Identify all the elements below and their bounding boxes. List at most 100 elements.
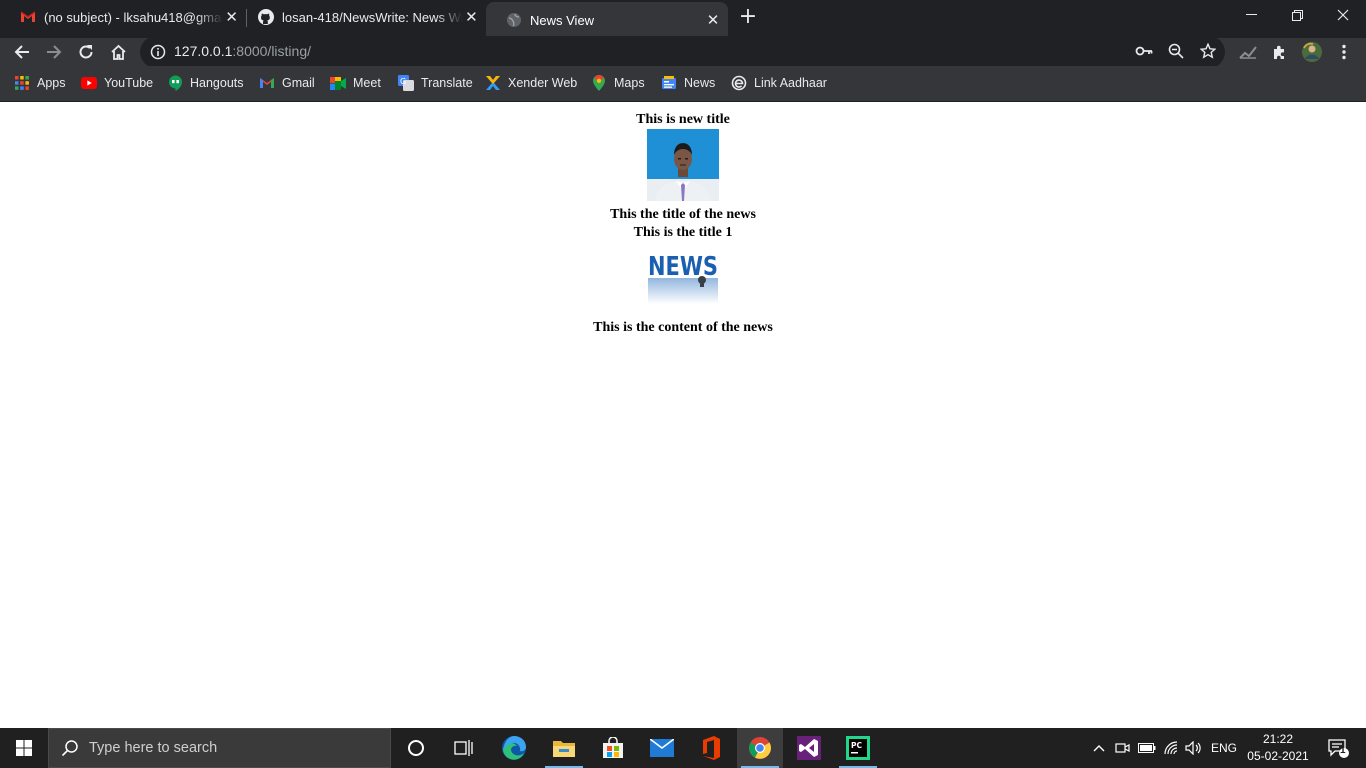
address-bar[interactable]: 127.0.0.1:8000/listing/ bbox=[140, 36, 1225, 68]
wifi-icon[interactable] bbox=[1162, 728, 1182, 768]
zoom-icon[interactable] bbox=[1168, 43, 1184, 63]
tab-title: losan-418/NewsWrite: News Writ bbox=[282, 9, 463, 25]
bookmark-label: Link Aadhaar bbox=[754, 76, 827, 90]
hangouts-icon bbox=[167, 75, 183, 91]
tab-close-icon[interactable]: ✕ bbox=[463, 8, 480, 26]
minimize-icon[interactable] bbox=[1228, 0, 1274, 30]
clock[interactable]: 21:22 05-02-2021 bbox=[1242, 731, 1314, 765]
battery-icon[interactable] bbox=[1137, 728, 1157, 768]
bookmark-star-icon[interactable] bbox=[1199, 42, 1217, 63]
bookmark-meet[interactable]: Meet bbox=[330, 75, 381, 91]
clock-date: 05-02-2021 bbox=[1247, 749, 1309, 763]
bookmark-link-aadhaar[interactable]: Link Aadhaar bbox=[731, 75, 827, 91]
volume-icon[interactable] bbox=[1184, 728, 1204, 768]
bookmark-label: Translate bbox=[421, 76, 473, 90]
apps-grid-icon bbox=[14, 75, 30, 91]
bookmark-label: Xender Web bbox=[508, 76, 578, 90]
bookmark-label: Gmail bbox=[282, 76, 315, 90]
performance-icon[interactable] bbox=[1234, 38, 1262, 66]
site-info-icon[interactable] bbox=[150, 44, 166, 64]
youtube-icon bbox=[81, 75, 97, 91]
bookmark-youtube[interactable]: YouTube bbox=[81, 75, 153, 91]
tab-strip: (no subject) - lksahu418@gmail.c ✕ losan… bbox=[0, 0, 1366, 38]
bookmark-translate[interactable]: G Translate bbox=[398, 75, 473, 91]
avatar[interactable] bbox=[1298, 38, 1326, 66]
news-content: This is the content of the news bbox=[593, 320, 773, 335]
key-icon[interactable] bbox=[1135, 43, 1153, 63]
maps-icon bbox=[591, 75, 607, 91]
back-icon[interactable] bbox=[8, 38, 36, 66]
menu-icon[interactable] bbox=[1330, 38, 1358, 66]
url-text: 127.0.0.1:8000/listing/ bbox=[174, 43, 311, 59]
tab-title: (no subject) - lksahu418@gmail.c bbox=[44, 9, 224, 25]
visual-studio-icon[interactable] bbox=[786, 728, 832, 768]
tab-gmail[interactable]: (no subject) - lksahu418@gmail.c ✕ bbox=[0, 0, 246, 34]
forward-icon[interactable] bbox=[40, 38, 68, 66]
bookmark-apps[interactable]: Apps bbox=[14, 75, 66, 91]
github-icon bbox=[258, 9, 274, 25]
gmail-icon bbox=[259, 75, 275, 91]
edge-icon[interactable] bbox=[491, 728, 537, 768]
bookmarks-bar: Apps YouTube Hangouts Gmail Meet G Trans… bbox=[0, 66, 1366, 102]
taskbar-search-box[interactable]: Type here to search bbox=[48, 728, 391, 768]
file-explorer-icon[interactable] bbox=[541, 728, 587, 768]
globe-icon bbox=[506, 12, 522, 28]
notification-center-icon[interactable]: 1 bbox=[1318, 728, 1358, 768]
gmail-icon bbox=[20, 9, 36, 25]
tab-github[interactable]: losan-418/NewsWrite: News Writ ✕ bbox=[238, 0, 486, 34]
bookmark-news[interactable]: News bbox=[661, 75, 715, 91]
microsoft-store-icon[interactable] bbox=[590, 728, 636, 768]
plus-icon[interactable]: + bbox=[736, 6, 760, 30]
news-image-person bbox=[647, 129, 719, 201]
svg-text:PC: PC bbox=[851, 741, 862, 750]
close-icon[interactable] bbox=[1320, 0, 1366, 30]
news-title: This is the title 1 bbox=[633, 225, 733, 240]
pycharm-icon[interactable]: PC bbox=[835, 728, 881, 768]
bookmark-label: Hangouts bbox=[190, 76, 244, 90]
reload-icon[interactable] bbox=[72, 38, 100, 66]
bookmark-label: YouTube bbox=[104, 76, 154, 90]
task-view-icon[interactable] bbox=[441, 728, 487, 768]
news-icon bbox=[661, 75, 677, 91]
chevron-up-icon[interactable] bbox=[1090, 728, 1108, 768]
url-host: 127.0.0.1 bbox=[174, 43, 233, 59]
bookmark-gmail[interactable]: Gmail bbox=[259, 75, 315, 91]
svg-text:G: G bbox=[400, 77, 406, 86]
home-icon[interactable] bbox=[104, 38, 132, 66]
ie-icon bbox=[731, 75, 747, 91]
search-icon bbox=[61, 739, 79, 761]
url-path: :8000/listing/ bbox=[232, 43, 311, 59]
translate-icon: G bbox=[398, 75, 414, 91]
language-indicator[interactable]: ENG bbox=[1208, 728, 1240, 768]
cortana-icon[interactable] bbox=[393, 728, 439, 768]
restore-icon[interactable] bbox=[1274, 0, 1320, 30]
meet-icon bbox=[330, 75, 346, 91]
tab-news-view[interactable]: News View ✕ bbox=[486, 2, 728, 38]
windows-taskbar: Type here to search PC ENG 21:22 05-02-2… bbox=[0, 728, 1366, 768]
notification-badge: 1 bbox=[1340, 745, 1346, 756]
bookmark-label: News bbox=[684, 76, 716, 90]
browser-toolbar: 127.0.0.1:8000/listing/ bbox=[0, 36, 1366, 68]
office-icon[interactable] bbox=[688, 728, 734, 768]
news-logo-text: NEWS bbox=[648, 252, 718, 282]
clock-time: 21:22 bbox=[1262, 732, 1294, 746]
mail-icon[interactable] bbox=[639, 728, 685, 768]
bookmark-hangouts[interactable]: Hangouts bbox=[167, 75, 244, 91]
bookmark-maps[interactable]: Maps bbox=[591, 75, 645, 91]
page-content: This is new title This the title of the … bbox=[0, 103, 1366, 728]
news-title: This is new title bbox=[636, 112, 730, 127]
bookmark-xender-web[interactable]: Xender Web bbox=[485, 75, 577, 91]
news-title: This the title of the news bbox=[610, 207, 756, 222]
bookmark-label: Maps bbox=[614, 76, 645, 90]
tab-close-icon[interactable]: ✕ bbox=[704, 11, 722, 29]
bookmark-label: Meet bbox=[353, 76, 381, 90]
search-placeholder: Type here to search bbox=[89, 740, 218, 756]
tab-title: News View bbox=[530, 12, 595, 28]
bookmark-label: Apps bbox=[37, 76, 66, 90]
xender-icon bbox=[485, 75, 501, 91]
meet-now-icon[interactable] bbox=[1113, 728, 1133, 768]
chrome-icon[interactable] bbox=[737, 728, 783, 768]
news-logo-image: NEWS bbox=[647, 242, 719, 314]
windows-start-icon[interactable] bbox=[0, 728, 48, 768]
extensions-icon[interactable] bbox=[1266, 38, 1294, 66]
